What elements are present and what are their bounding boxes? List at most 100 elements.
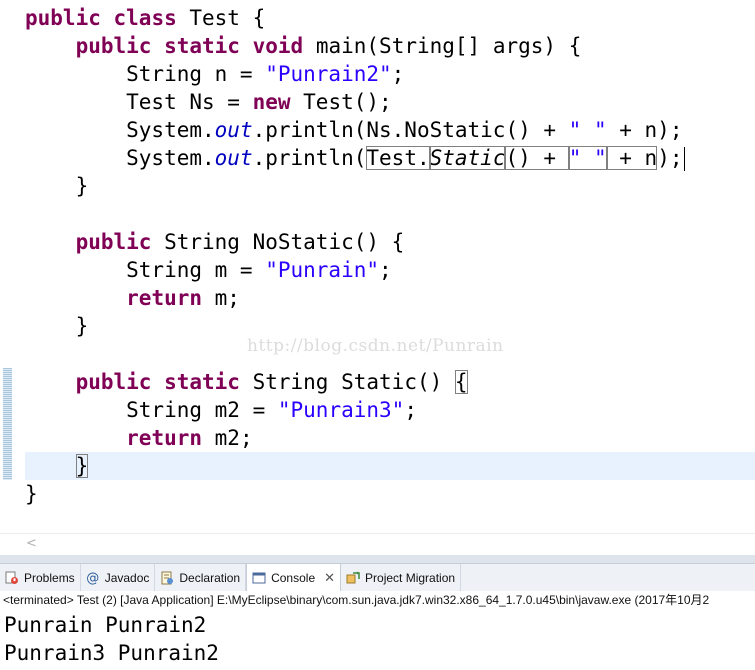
tab-label: Javadoc <box>104 571 150 585</box>
scroll-left-arrow-icon[interactable]: < <box>26 536 37 551</box>
code-line: String m2 = "Punrain3"; <box>25 396 685 424</box>
code-line: String n = "Punrain2"; <box>25 60 685 88</box>
console-icon <box>251 570 267 586</box>
code-token: "Punrain" <box>265 258 380 282</box>
tab-label: Problems <box>24 571 75 585</box>
change-marker <box>3 368 12 480</box>
console-status-line: <terminated> Test (2) [Java Application]… <box>0 591 755 609</box>
console-output-line: Punrain Punrain2 <box>4 613 207 637</box>
code-line: } <box>25 172 685 200</box>
code-token: Test Ns = <box>25 90 253 114</box>
editor-gutter <box>0 0 14 555</box>
code-line: System.out.println(Ns.NoStatic() + " " +… <box>25 116 685 144</box>
code-token: class <box>113 6 177 30</box>
code-token: ); <box>657 146 683 170</box>
tab-label: Declaration <box>179 571 241 585</box>
code-token: String NoStatic() { <box>151 230 405 254</box>
code-token: System. <box>25 118 215 142</box>
project-migration-icon <box>345 570 361 586</box>
code-token: } <box>75 454 89 478</box>
problems-icon <box>4 570 20 586</box>
code-token: m2; <box>202 426 253 450</box>
code-token: public <box>75 230 152 254</box>
code-line: public String NoStatic() { <box>25 228 685 256</box>
view-tab-bar: Problems @ Javadoc Declaration Console ✕… <box>0 563 755 593</box>
code-line: return m; <box>25 284 685 312</box>
code-token: return <box>126 286 203 310</box>
code-line: public class Test { <box>25 4 685 32</box>
tab-project-migration[interactable]: Project Migration <box>341 564 462 592</box>
tab-declaration[interactable]: Declaration <box>155 564 247 592</box>
code-line: System.out.println(Test.Static() + " " +… <box>25 144 685 172</box>
code-token: out <box>214 118 253 142</box>
console-output-line: Punrain3 Punrain2 <box>4 641 219 665</box>
code-token: String m2 = <box>25 398 278 422</box>
code-token: ; <box>391 62 405 86</box>
console-output[interactable]: Punrain Punrain2 Punrain3 Punrain2 <box>4 611 219 667</box>
code-token: String n = <box>25 62 266 86</box>
code-token: + n <box>606 146 658 170</box>
code-token: "Punrain2" <box>265 62 392 86</box>
code-line: return m2; <box>25 424 685 452</box>
code-token: ; <box>404 398 417 422</box>
code-token: public <box>75 34 152 58</box>
code-line: Test Ns = new Test(); <box>25 88 685 116</box>
code-token: return <box>126 426 203 450</box>
horizontal-scrollbar[interactable]: < <box>0 533 755 555</box>
tab-console[interactable]: Console ✕ <box>246 564 342 592</box>
code-token: out <box>214 146 253 170</box>
watermark-text: http://blog.csdn.net/Punrain <box>247 336 504 356</box>
code-token: .println(Ns.NoStatic() + <box>252 118 569 142</box>
code-token: String Static() <box>239 370 455 394</box>
close-icon[interactable]: ✕ <box>324 571 335 586</box>
code-token: } <box>25 482 38 506</box>
panel-separator[interactable] <box>0 555 755 563</box>
code-token: String m = <box>25 258 266 282</box>
code-token: new <box>252 90 291 114</box>
tab-javadoc[interactable]: @ Javadoc <box>81 564 156 592</box>
code-line: } <box>25 452 685 480</box>
code-token: Test(); <box>290 90 392 114</box>
code-token: "Punrain3" <box>277 398 405 422</box>
code-token: Test { <box>176 6 266 30</box>
code-token: Test. <box>366 146 430 170</box>
code-token: Static <box>429 146 506 170</box>
code-token: { <box>454 370 468 394</box>
code-line: String m = "Punrain"; <box>25 256 685 284</box>
code-token: m; <box>202 286 240 310</box>
code-token: public <box>25 6 101 30</box>
code-line: public static void main(String[] args) { <box>25 32 685 60</box>
code-token: } <box>25 314 89 338</box>
tab-label: Project Migration <box>365 571 456 585</box>
code-editor[interactable]: public class Test { public static void m… <box>0 0 755 555</box>
code-area[interactable]: public class Test { public static void m… <box>25 4 685 508</box>
code-token: System. <box>25 146 215 170</box>
tab-label: Console <box>271 571 316 585</box>
code-token: () + <box>505 146 569 170</box>
code-token: public <box>75 370 152 394</box>
code-line: } <box>25 480 685 508</box>
text-caret <box>683 147 685 171</box>
code-token: } <box>25 174 89 198</box>
code-token: + n); <box>606 118 683 142</box>
code-token: " " <box>568 146 607 170</box>
code-token: ; <box>379 258 392 282</box>
code-token: " " <box>568 118 607 142</box>
code-token: static <box>164 370 240 394</box>
code-line: public static String Static() { <box>25 368 685 396</box>
code-token: main(String[] args) { <box>303 34 582 58</box>
tab-problems[interactable]: Problems <box>0 564 81 592</box>
declaration-icon <box>159 570 175 586</box>
code-token: static <box>164 34 240 58</box>
